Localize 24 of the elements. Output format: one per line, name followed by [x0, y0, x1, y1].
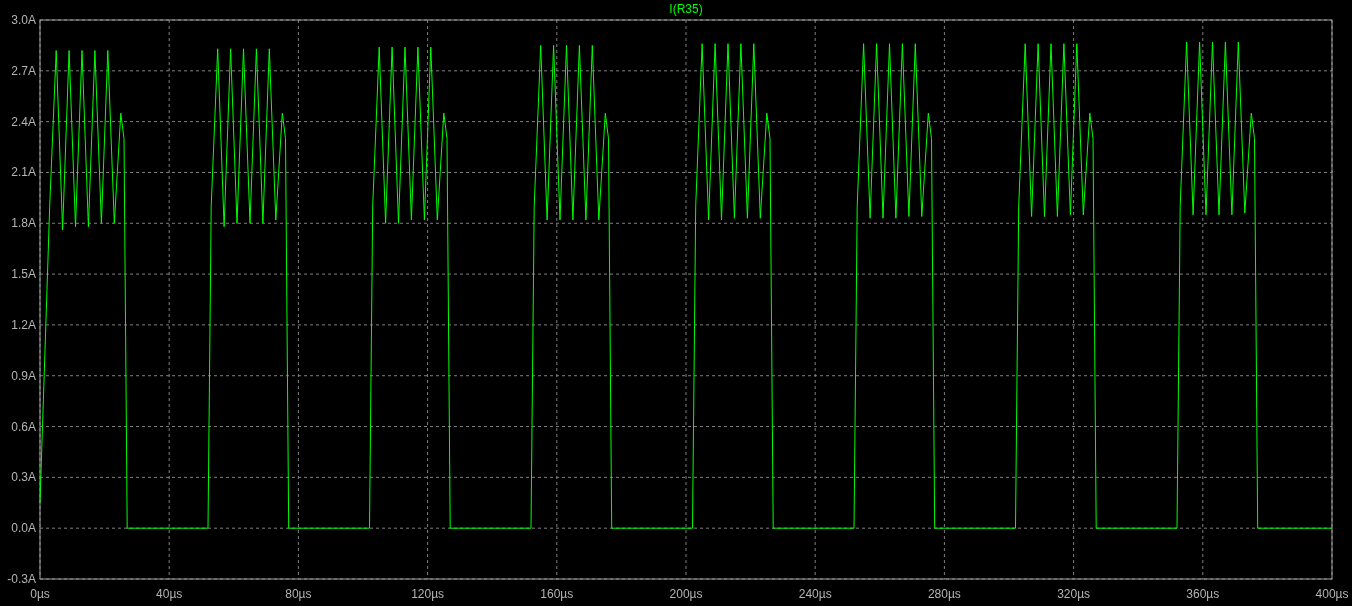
x-tick-label: 40µs — [156, 587, 183, 601]
x-tick-label: 160µs — [540, 587, 574, 601]
x-tick-label: 400µs — [1315, 587, 1349, 601]
chart-title: I(R35) — [669, 2, 703, 16]
x-tick-label: 120µs — [411, 587, 445, 601]
y-tick-label: 1.2A — [11, 317, 36, 332]
y-tick-label: 0.9A — [11, 368, 36, 383]
y-tick-label: 1.8A — [11, 216, 36, 231]
x-tick-label: 200µs — [669, 587, 703, 601]
y-tick-label: 0.6A — [11, 419, 36, 434]
x-tick-label: 240µs — [798, 587, 832, 601]
y-tick-label: 1.5A — [11, 267, 36, 282]
x-tick-label: 360µs — [1186, 587, 1220, 601]
x-tick-label: 80µs — [285, 587, 312, 601]
y-tick-label: -0.3A — [7, 572, 36, 586]
y-tick-label: 0.0A — [11, 521, 36, 536]
x-tick-label: 280µs — [927, 587, 961, 601]
y-tick-label: 2.4A — [11, 114, 36, 129]
x-tick-label: 0µs — [30, 587, 50, 601]
y-tick-label: 0.3A — [11, 470, 36, 485]
y-tick-label: 2.7A — [11, 63, 36, 78]
y-tick-label: 3.0A — [11, 13, 36, 27]
y-tick-label: 2.1A — [11, 165, 36, 180]
x-tick-label: 320µs — [1057, 587, 1091, 601]
